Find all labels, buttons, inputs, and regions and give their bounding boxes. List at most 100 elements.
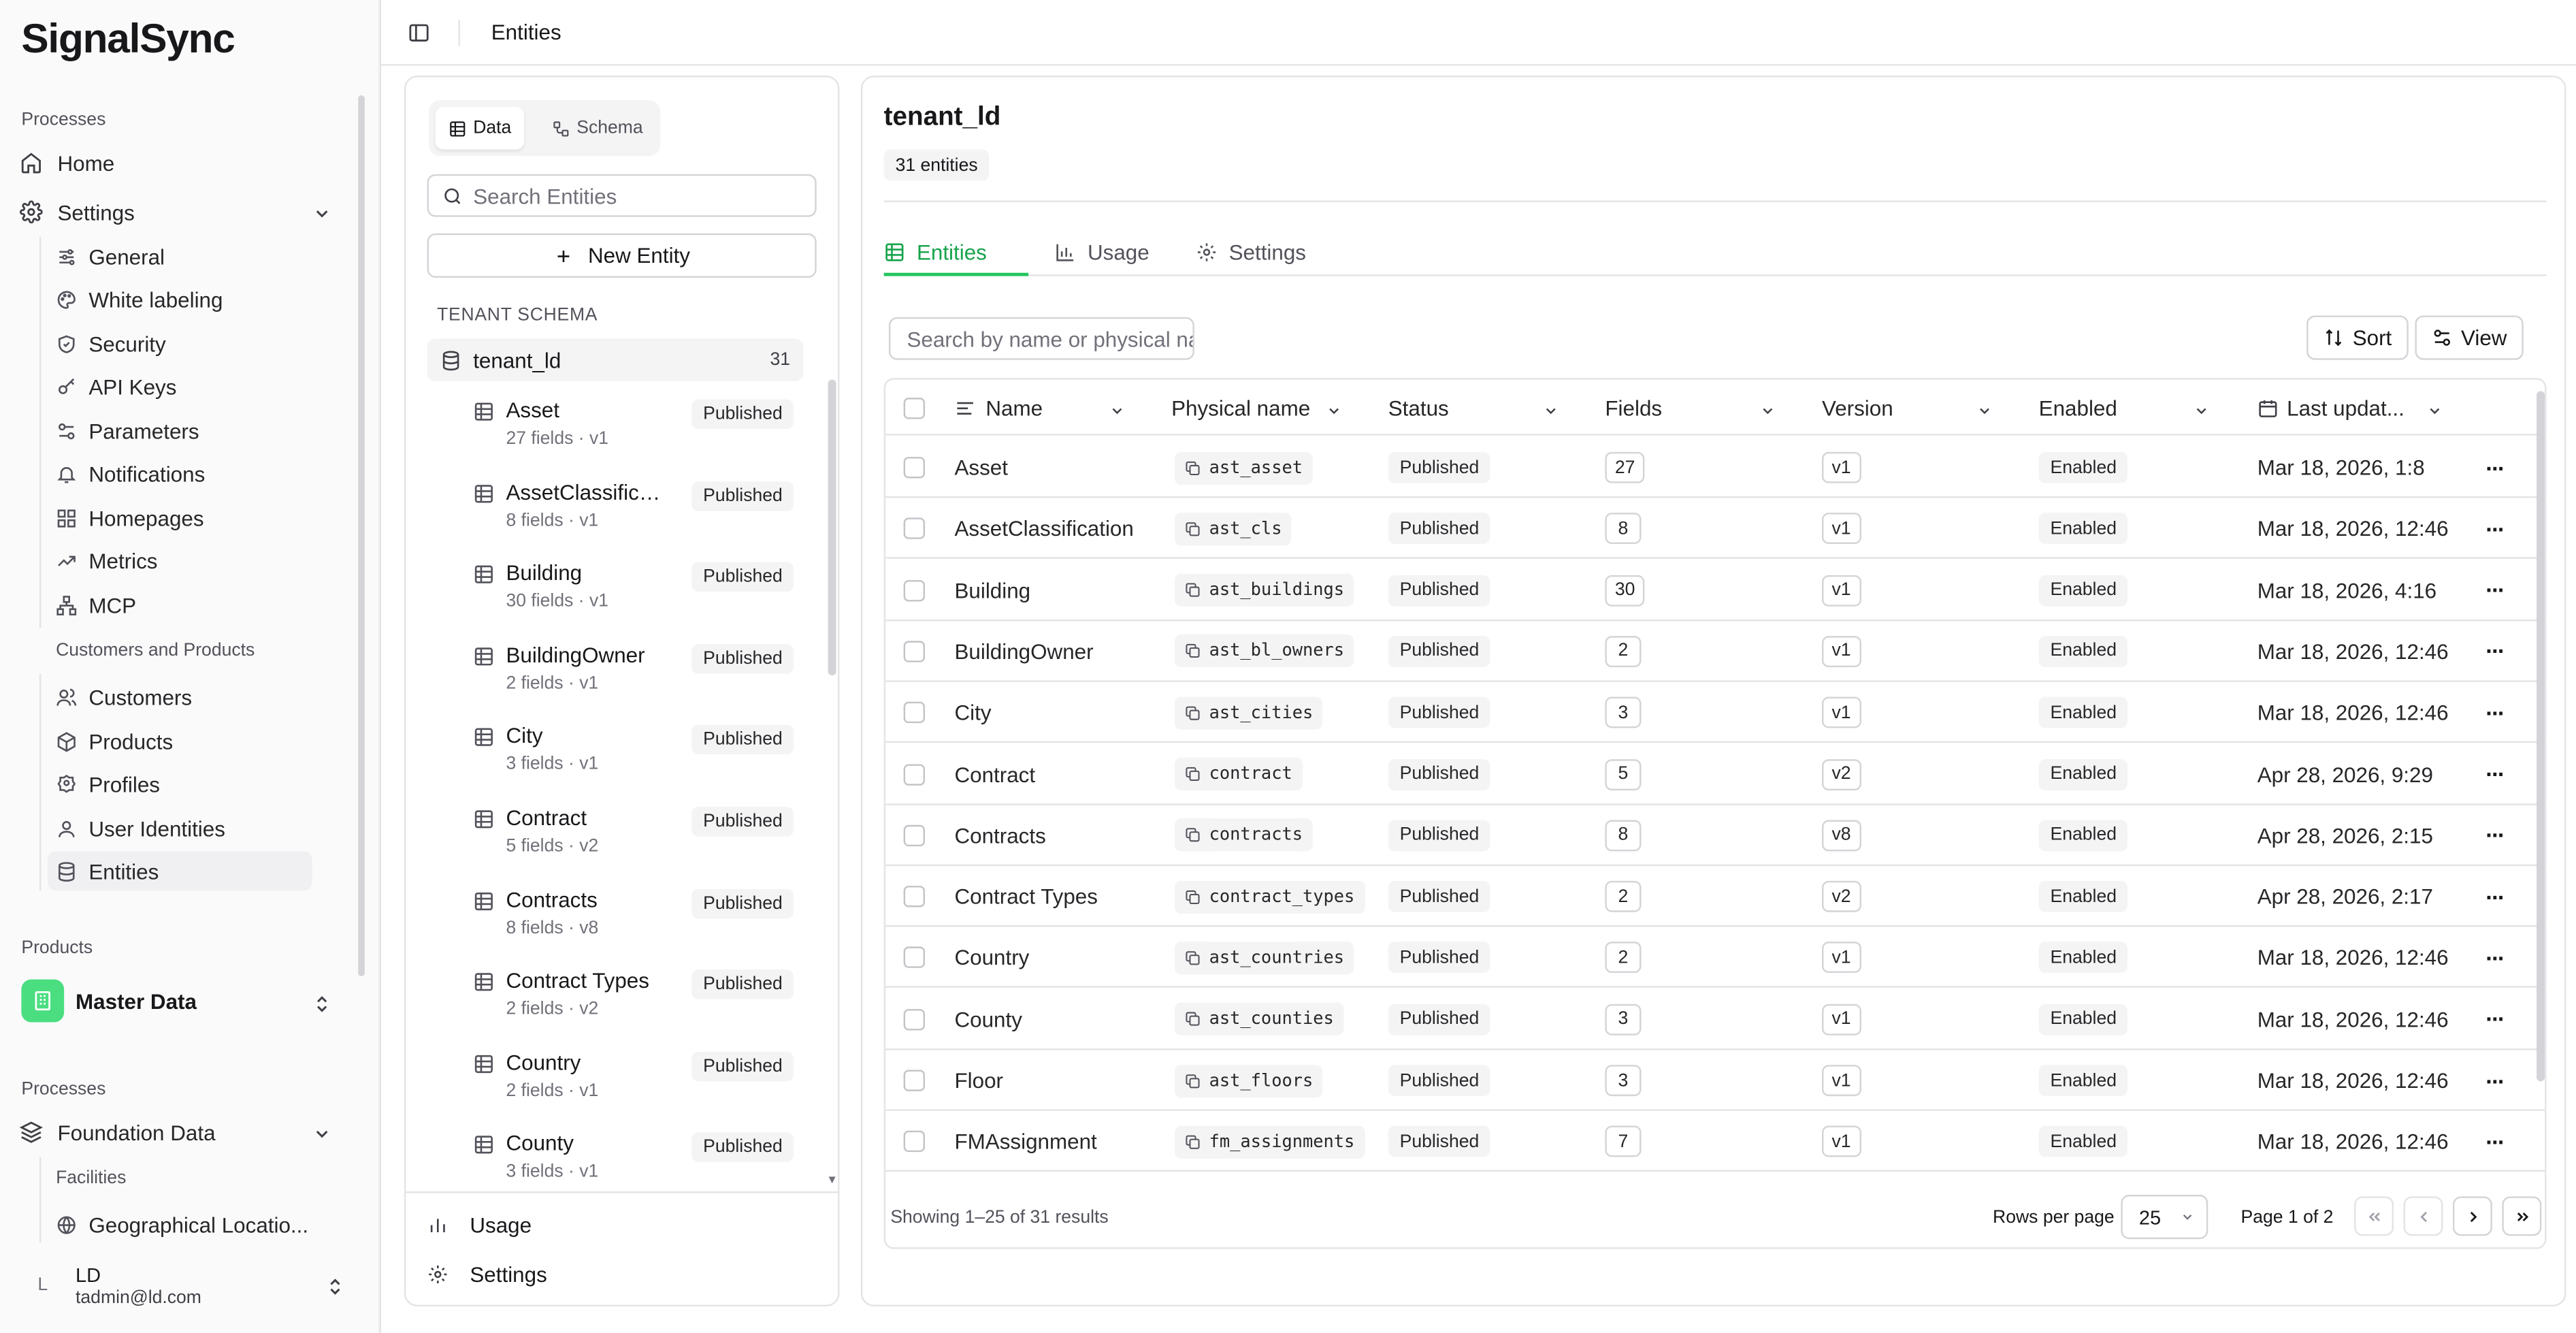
- row-checkbox[interactable]: [903, 886, 926, 908]
- sidebar-item-user-identities[interactable]: User Identities: [48, 809, 312, 848]
- table-row[interactable]: Building ast_buildings Published 30 v1 Enable…: [885, 560, 2545, 621]
- first-page-button[interactable]: [2354, 1196, 2394, 1236]
- sidebar-item-entities[interactable]: Entities: [48, 851, 312, 891]
- product-selector-label[interactable]: Master Data: [76, 989, 197, 1014]
- sidebar-item-general[interactable]: General: [48, 237, 312, 276]
- search-entities-input[interactable]: Search Entities: [427, 174, 817, 217]
- sidebar-item-mcp[interactable]: MCP: [48, 585, 312, 624]
- row-checkbox[interactable]: [903, 457, 926, 479]
- select-all-checkbox[interactable]: [903, 398, 926, 419]
- view-button[interactable]: View: [2415, 315, 2524, 360]
- row-checkbox[interactable]: [903, 947, 926, 969]
- column-header-name[interactable]: Name: [954, 380, 1122, 436]
- row-actions-icon[interactable]: ···: [2485, 1050, 2505, 1110]
- row-actions-icon[interactable]: ···: [2485, 805, 2505, 865]
- physical-name-code[interactable]: ast_buildings: [1174, 573, 1354, 607]
- sidebar-item-products[interactable]: Products: [48, 722, 312, 761]
- row-checkbox[interactable]: [903, 763, 926, 785]
- sidebar-scrollbar[interactable]: [358, 95, 365, 976]
- prev-page-button[interactable]: [2403, 1196, 2443, 1236]
- table-row[interactable]: Country ast_countries Published 2 v1 Enabled M…: [885, 927, 2545, 989]
- list-item[interactable]: BuildingOwner 2 fields · v1 Published: [473, 643, 802, 715]
- row-actions-icon[interactable]: ···: [2485, 621, 2505, 681]
- list-item[interactable]: City 3 fields · v1 Published: [473, 723, 802, 795]
- table-scrollbar[interactable]: [2537, 391, 2545, 1082]
- tab-settings[interactable]: Settings: [1196, 229, 1306, 275]
- sidebar-item-metrics[interactable]: Metrics: [48, 541, 312, 580]
- sidebar-item-notifications[interactable]: Notifications: [48, 453, 312, 493]
- sort-button[interactable]: Sort: [2306, 315, 2409, 360]
- chevron-down-icon[interactable]: [312, 202, 332, 222]
- next-page-button[interactable]: [2452, 1196, 2492, 1236]
- table-row[interactable]: Contracts contracts Published 8 v8 Enabled Apr…: [885, 805, 2545, 866]
- physical-name-code[interactable]: ast_cls: [1174, 512, 1292, 545]
- physical-name-code[interactable]: ast_floors: [1174, 1064, 1323, 1097]
- table-row[interactable]: BuildingOwner ast_bl_owners Published 2 v1 En…: [885, 621, 2545, 682]
- tab-data[interactable]: Data: [435, 106, 525, 150]
- table-row[interactable]: Contract contract Published 5 v2 Enabled Apr 2…: [885, 743, 2545, 805]
- table-row[interactable]: AssetClassification ast_cls Published 8 v1 En…: [885, 498, 2545, 560]
- sidebar-item-parameters[interactable]: Parameters: [48, 411, 312, 450]
- tab-entities[interactable]: Entities: [884, 229, 987, 275]
- chevrons-up-down-icon[interactable]: [325, 1275, 345, 1295]
- new-entity-button[interactable]: New Entity: [427, 233, 817, 278]
- sidebar-item-geographical-locations[interactable]: Geographical Locatio...: [48, 1204, 312, 1244]
- row-actions-icon[interactable]: ···: [2485, 437, 2505, 498]
- list-item[interactable]: Contracts 8 fields · v8 Published: [473, 888, 802, 960]
- sidebar-item-profiles[interactable]: Profiles: [48, 764, 312, 803]
- row-actions-icon[interactable]: ···: [2485, 560, 2505, 620]
- sidebar-toggle-icon[interactable]: [408, 21, 431, 44]
- list-item[interactable]: AssetClassificati... 8 fields · v1 Publish…: [473, 480, 802, 552]
- row-actions-icon[interactable]: ···: [2485, 1112, 2505, 1172]
- row-checkbox[interactable]: [903, 579, 926, 601]
- physical-name-code[interactable]: contract_types: [1174, 880, 1365, 914]
- row-checkbox[interactable]: [903, 1008, 926, 1030]
- physical-name-code[interactable]: contract: [1174, 757, 1303, 791]
- physical-name-code[interactable]: ast_counties: [1174, 1002, 1344, 1036]
- sidebar-item-white-labeling[interactable]: White labeling: [48, 279, 312, 319]
- physical-name-code[interactable]: contracts: [1174, 818, 1313, 852]
- row-actions-icon[interactable]: ···: [2485, 682, 2505, 743]
- row-checkbox[interactable]: [903, 1070, 926, 1091]
- avatar[interactable]: L: [23, 1262, 63, 1308]
- row-actions-icon[interactable]: ···: [2485, 927, 2505, 988]
- tab-schema[interactable]: Schema: [539, 107, 656, 150]
- tree-root-tenant[interactable]: tenant_ld 31: [427, 338, 804, 382]
- row-checkbox[interactable]: [903, 1131, 926, 1153]
- column-header-enabled[interactable]: Enabled: [2039, 380, 2206, 436]
- column-header-version[interactable]: Version: [1822, 380, 1989, 436]
- list-item[interactable]: Building 30 fields · v1 Published: [473, 560, 802, 632]
- row-actions-icon[interactable]: ···: [2485, 989, 2505, 1049]
- sidebar-item-homepages[interactable]: Homepages: [48, 498, 312, 537]
- app-logo[interactable]: SignalSync: [21, 16, 235, 64]
- column-header-status[interactable]: Status: [1388, 380, 1556, 436]
- table-row[interactable]: County ast_counties Published 3 v1 Enabled Mar…: [885, 989, 2545, 1050]
- list-item[interactable]: Asset 27 fields · v1 Published: [473, 398, 802, 470]
- physical-name-code[interactable]: ast_cities: [1174, 696, 1323, 730]
- rows-per-page-select[interactable]: 25: [2121, 1194, 2208, 1240]
- chevron-down-icon[interactable]: [312, 1123, 332, 1142]
- column-header-fields[interactable]: Fields: [1605, 380, 1773, 436]
- column-header-last-updated[interactable]: Last updat...: [2257, 380, 2440, 436]
- sidebar-item-home[interactable]: Home: [20, 142, 338, 184]
- physical-name-code[interactable]: ast_countries: [1174, 941, 1354, 975]
- physical-name-code[interactable]: fm_assignments: [1174, 1125, 1365, 1159]
- panel-usage-link[interactable]: Usage: [427, 1208, 532, 1240]
- sidebar-item-settings[interactable]: Settings: [20, 191, 338, 234]
- row-checkbox[interactable]: [903, 824, 926, 846]
- table-row[interactable]: City ast_cities Published 3 v1 Enabled Mar 18,…: [885, 682, 2545, 743]
- list-item[interactable]: Contract Types 2 fields · v2 Published: [473, 968, 802, 1040]
- column-header-physical-name[interactable]: Physical name: [1171, 380, 1339, 436]
- row-checkbox[interactable]: [903, 641, 926, 662]
- sidebar-item-api-keys[interactable]: API Keys: [48, 366, 312, 406]
- list-item[interactable]: County 3 fields · v1 Published: [473, 1131, 802, 1188]
- row-actions-icon[interactable]: ···: [2485, 866, 2505, 927]
- row-actions-icon[interactable]: ···: [2485, 498, 2505, 559]
- physical-name-code[interactable]: ast_asset: [1174, 451, 1313, 484]
- tab-usage[interactable]: Usage: [1055, 229, 1150, 275]
- table-search-input[interactable]: Search by name or physical na: [888, 317, 1194, 360]
- scroll-down-arrow-icon[interactable]: ▼: [826, 1175, 838, 1187]
- table-row[interactable]: FMAssignment fm_assignments Published 7 v1 En…: [885, 1112, 2545, 1172]
- table-row[interactable]: Contract Types contract_types Published 2 v2…: [885, 866, 2545, 927]
- chevrons-up-down-icon[interactable]: [312, 993, 332, 1012]
